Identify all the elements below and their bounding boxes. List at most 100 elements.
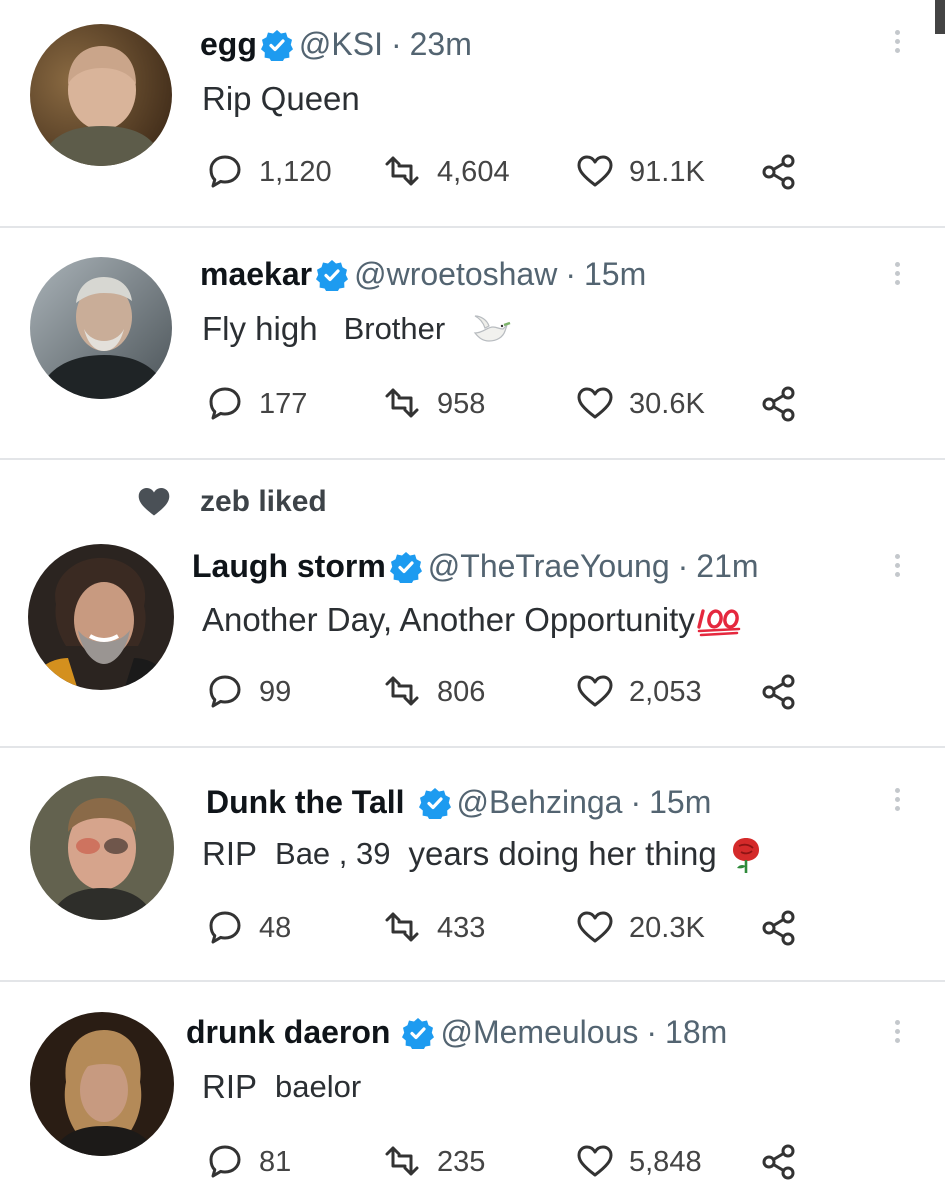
- social-context[interactable]: zeb liked: [200, 485, 327, 519]
- reply-count: 1,120: [259, 155, 332, 188]
- retweet-button[interactable]: 235: [383, 1142, 575, 1182]
- verified-badge-icon: [418, 786, 451, 819]
- tweet[interactable]: egg @KSI · 23m Rip Queen 1,120 4,604 91.…: [0, 0, 945, 228]
- reply-button[interactable]: 81: [205, 1142, 383, 1182]
- like-button[interactable]: 30.6K: [575, 384, 759, 424]
- share-icon: [762, 386, 795, 422]
- reply-count: 81: [259, 1145, 292, 1178]
- like-button[interactable]: 5,848: [575, 1142, 759, 1182]
- avatar-image: [30, 776, 174, 920]
- share-icon: [762, 1144, 795, 1180]
- timestamp[interactable]: 15m: [649, 784, 711, 821]
- tweet[interactable]: zeb liked Laugh storm @TheTraeYoung · 21…: [0, 460, 945, 748]
- reply-button[interactable]: 48: [205, 908, 383, 948]
- reply-count: 99: [259, 675, 292, 708]
- share-button[interactable]: [759, 672, 799, 712]
- like-button[interactable]: 20.3K: [575, 908, 759, 948]
- tweet-text: Another Day, Another Opportunity: [202, 601, 695, 638]
- reply-button[interactable]: 99: [205, 672, 383, 712]
- display-name[interactable]: drunk daeron: [186, 1014, 390, 1051]
- avatar[interactable]: [30, 1012, 174, 1156]
- avatar[interactable]: [30, 24, 172, 166]
- retweet-icon: [385, 388, 419, 418]
- tweet[interactable]: Dunk the Tall @Behzinga · 15m RIP Bae , …: [0, 748, 945, 982]
- avatar-image: [30, 257, 172, 399]
- retweet-icon: [385, 1146, 419, 1176]
- dove-emoji-icon: [473, 315, 511, 342]
- display-name[interactable]: maekar: [200, 256, 312, 293]
- reply-button[interactable]: 177: [205, 384, 383, 424]
- display-name[interactable]: egg: [200, 26, 257, 63]
- retweet-button[interactable]: 433: [383, 908, 575, 948]
- user-handle[interactable]: @TheTraeYoung: [428, 548, 670, 585]
- hundred-points-emoji-icon: [697, 609, 741, 637]
- reply-button[interactable]: 1,120: [205, 152, 383, 192]
- like-count: 91.1K: [629, 155, 705, 188]
- like-count: 2,053: [629, 675, 702, 708]
- display-name[interactable]: Dunk the Tall: [206, 784, 405, 821]
- like-button[interactable]: 91.1K: [575, 152, 759, 192]
- heart-icon: [577, 911, 613, 943]
- avatar[interactable]: [28, 544, 174, 690]
- timestamp[interactable]: 21m: [696, 548, 758, 585]
- avatar-image: [30, 1012, 174, 1156]
- tweet-text: Rip Queen: [202, 80, 360, 117]
- more-options-icon[interactable]: [895, 550, 905, 581]
- separator-dot: ·: [677, 548, 689, 584]
- tweet-text-extra: Bae , 39: [275, 836, 391, 871]
- verified-badge-icon: [260, 28, 293, 61]
- rose-emoji-icon: [732, 838, 759, 873]
- retweet-icon: [385, 676, 419, 706]
- avatar[interactable]: [30, 257, 172, 399]
- separator-dot: ·: [565, 256, 576, 292]
- avatar[interactable]: [30, 776, 174, 920]
- verified-badge-icon: [402, 1016, 435, 1049]
- share-button[interactable]: [759, 152, 799, 192]
- retweet-button[interactable]: 806: [383, 672, 575, 712]
- reply-count: 48: [259, 911, 292, 944]
- retweet-button[interactable]: 4,604: [383, 152, 575, 192]
- user-handle[interactable]: @KSI: [299, 26, 383, 63]
- user-handle[interactable]: @Memeulous: [440, 1014, 638, 1051]
- share-button[interactable]: [759, 908, 799, 948]
- reply-icon: [209, 1145, 241, 1178]
- heart-icon: [577, 155, 613, 187]
- heart-icon: [577, 675, 613, 707]
- tweet[interactable]: drunk daeron @Memeulous · 18m RIP baelor…: [0, 982, 945, 1200]
- reply-icon: [209, 155, 241, 188]
- share-icon: [762, 154, 795, 190]
- tweet-text: Fly high: [202, 310, 318, 347]
- timestamp[interactable]: 23m: [410, 26, 472, 63]
- tweet[interactable]: maekar @wroetoshaw · 15m Fly high Brothe…: [0, 228, 945, 460]
- more-options-icon[interactable]: [895, 26, 905, 57]
- share-button[interactable]: [759, 384, 799, 424]
- avatar-image: [30, 24, 172, 166]
- retweet-icon: [385, 156, 419, 186]
- timestamp[interactable]: 18m: [665, 1014, 727, 1051]
- reply-icon: [209, 387, 241, 420]
- tweet-text-extra: Brother: [343, 311, 446, 346]
- retweet-button[interactable]: 958: [383, 384, 575, 424]
- retweet-icon: [385, 912, 419, 942]
- like-button[interactable]: 2,053: [575, 672, 759, 712]
- share-icon: [762, 674, 795, 710]
- retweet-count: 806: [437, 675, 486, 708]
- like-count: 5,848: [629, 1145, 702, 1178]
- liked-heart-icon: [138, 488, 170, 516]
- user-handle[interactable]: @wroetoshaw: [354, 256, 557, 293]
- more-options-icon[interactable]: [895, 1016, 905, 1047]
- more-options-icon[interactable]: [895, 258, 905, 289]
- timestamp[interactable]: 15m: [584, 256, 646, 293]
- user-handle[interactable]: @Behzinga: [457, 784, 623, 821]
- reply-count: 177: [259, 387, 308, 420]
- heart-icon: [577, 387, 613, 419]
- retweet-count: 4,604: [437, 155, 510, 188]
- separator-dot: ·: [630, 784, 642, 820]
- tweet-text-rest: years doing her thing: [408, 835, 717, 872]
- verified-badge-icon: [316, 258, 349, 291]
- more-options-icon[interactable]: [895, 784, 905, 815]
- share-button[interactable]: [759, 1142, 799, 1182]
- avatar-image: [28, 544, 174, 690]
- share-icon: [762, 910, 795, 946]
- display-name[interactable]: Laugh storm: [192, 548, 386, 585]
